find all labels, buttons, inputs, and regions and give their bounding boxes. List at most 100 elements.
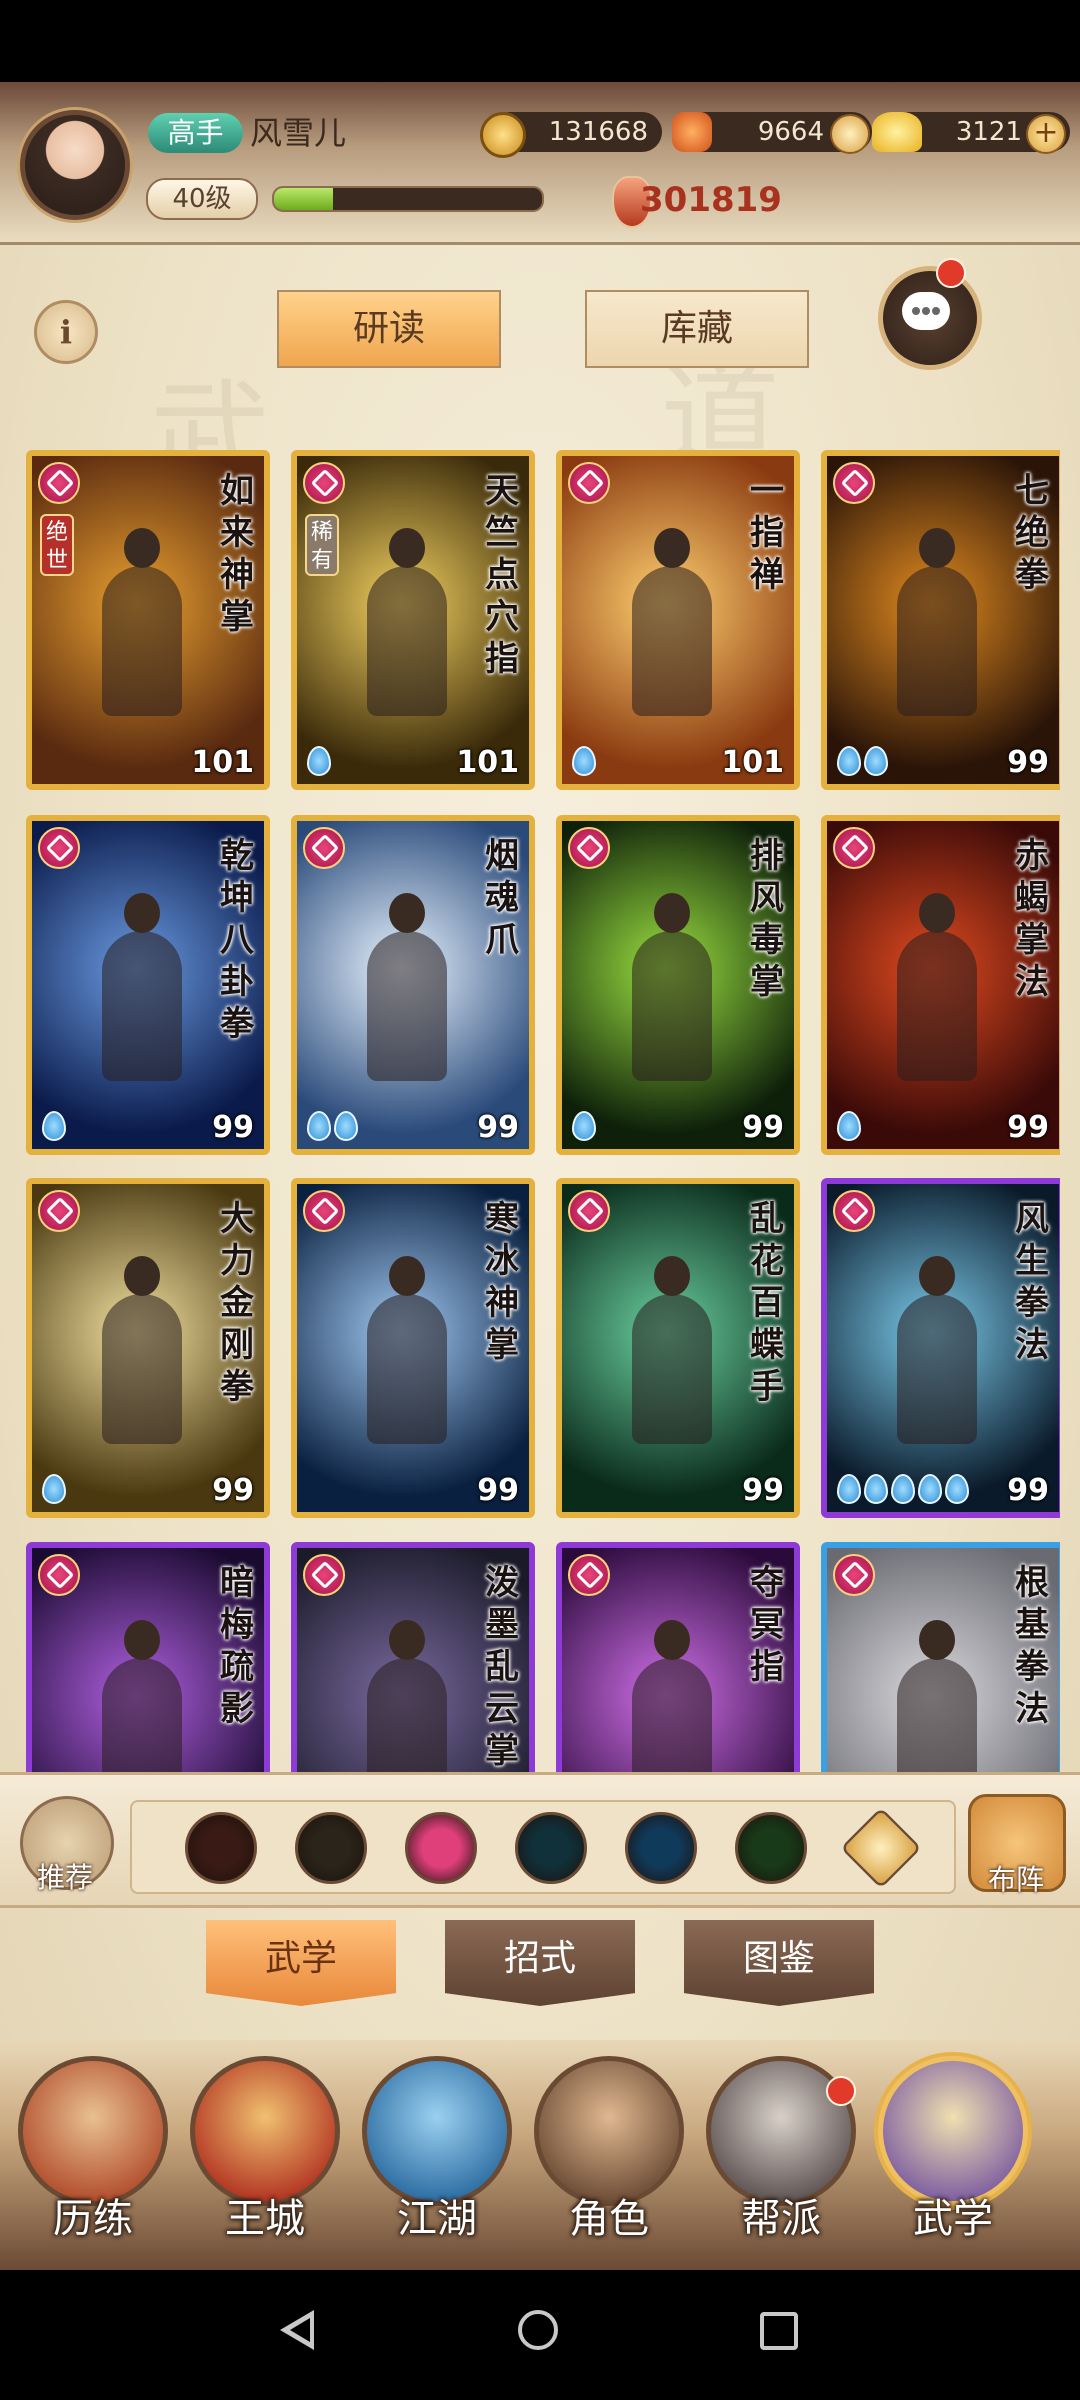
martial-art-card[interactable]: 七绝拳 99 [821, 450, 1060, 790]
blade-school-icon[interactable] [295, 1812, 367, 1884]
tab-moves[interactable]: 招式 [445, 1920, 635, 2006]
nav-label: 江湖 [397, 2196, 477, 2242]
martial-art-card[interactable]: 乾坤八卦拳 99 [26, 815, 270, 1155]
card-name: 风生拳法 [1015, 1199, 1049, 1365]
taiji-school-icon[interactable] [625, 1812, 697, 1884]
card-name: 根基拳法 [1015, 1563, 1049, 1729]
water-drop-icon [891, 1474, 915, 1504]
card-character [367, 1294, 447, 1444]
palm-school-icon [38, 462, 80, 504]
palm-school-icon [38, 1190, 80, 1232]
palm-school-icon [833, 1554, 875, 1596]
card-character-head [389, 1256, 425, 1296]
training-icon[interactable] [18, 2056, 168, 2206]
palace-icon[interactable] [190, 2056, 340, 2206]
add-gold-icon[interactable]: + [1026, 114, 1066, 154]
card-drops [572, 1111, 596, 1141]
palm-school-icon [568, 1554, 610, 1596]
system-home-icon[interactable] [518, 2310, 558, 2350]
card-character-head [919, 528, 955, 568]
sword-school-icon[interactable] [185, 1812, 257, 1884]
card-character-head [124, 1620, 160, 1660]
poison-school-icon[interactable] [735, 1812, 807, 1884]
water-drop-icon [307, 746, 331, 776]
card-character-head [124, 893, 160, 933]
martial-art-card[interactable]: 排风毒掌 99 [556, 815, 800, 1155]
card-character [897, 1294, 977, 1444]
card-character [367, 1658, 447, 1772]
card-name: 如来神掌 [220, 471, 254, 637]
scrolls-icon[interactable] [878, 2056, 1028, 2206]
martial-art-card[interactable]: 泼墨乱云掌 [291, 1542, 535, 1772]
coin-icon [480, 112, 526, 158]
card-character [367, 931, 447, 1081]
martial-art-card[interactable]: 大力金刚拳 99 [26, 1178, 270, 1518]
card-character-head [654, 1256, 690, 1296]
tab-collection[interactable]: 库藏 [585, 290, 809, 368]
card-level: 99 [477, 1110, 519, 1145]
chat-icon [902, 292, 950, 330]
chat-notification-dot [936, 258, 966, 288]
info-button[interactable]: i [34, 300, 98, 364]
card-name: 一指禅 [750, 471, 784, 595]
card-level: 99 [742, 1110, 784, 1145]
martial-art-card[interactable]: 烟魂爪 99 [291, 815, 535, 1155]
palm-school-icon [833, 462, 875, 504]
add-spirit-icon[interactable] [830, 114, 870, 154]
gold-ingot-icon [872, 112, 922, 152]
jianghu-icon[interactable] [362, 2056, 512, 2206]
card-character-head [124, 1256, 160, 1296]
water-drop-icon [864, 1474, 888, 1504]
martial-art-card[interactable]: 赤蝎掌法 99 [821, 815, 1060, 1155]
martial-art-card[interactable]: 乱花百蝶手 99 [556, 1178, 800, 1518]
water-drop-icon [572, 746, 596, 776]
card-name: 烟魂爪 [485, 836, 519, 960]
card-level: 99 [1007, 745, 1049, 780]
card-name: 乾坤八卦拳 [220, 836, 254, 1044]
player-name: 风雪儿 [250, 114, 347, 152]
card-name: 乱花百蝶手 [750, 1199, 784, 1407]
palm-school-icon[interactable] [405, 1812, 477, 1884]
system-back-icon-inner [290, 2318, 310, 2342]
card-drops [572, 746, 596, 776]
player-avatar[interactable] [20, 110, 130, 220]
martial-art-card[interactable]: 暗梅疏影 [26, 1542, 270, 1772]
player-rank-badge: 高手 [148, 113, 243, 153]
card-character [897, 1658, 977, 1772]
martial-art-card[interactable]: 根基拳法 [821, 1542, 1060, 1772]
system-recents-icon[interactable] [760, 2312, 798, 2350]
palm-school-icon [568, 1190, 610, 1232]
palm-school-icon [303, 1190, 345, 1232]
fist-school-icon[interactable] [515, 1812, 587, 1884]
card-drops [307, 1111, 358, 1141]
martial-art-card[interactable]: 寒冰神掌 99 [291, 1178, 535, 1518]
card-name: 七绝拳 [1015, 471, 1049, 595]
character-icon[interactable] [534, 2056, 684, 2206]
card-character-head [654, 893, 690, 933]
palm-school-icon [38, 1554, 80, 1596]
card-name: 泼墨乱云掌 [485, 1563, 519, 1771]
card-level: 99 [212, 1110, 254, 1145]
martial-art-card[interactable]: 风生拳法 99 [821, 1178, 1060, 1518]
tab-martial-arts[interactable]: 武学 [206, 1920, 396, 2006]
martial-art-card[interactable]: 天竺点穴指 稀有 101 [291, 450, 535, 790]
martial-art-card[interactable]: 如来神掌 绝世 101 [26, 450, 270, 790]
nav-label: 角色 [569, 2196, 649, 2242]
card-rarity-tag: 绝世 [40, 514, 74, 576]
water-drop-icon [864, 746, 888, 776]
player-header [0, 82, 1080, 245]
card-character-head [124, 528, 160, 568]
tab-study[interactable]: 研读 [277, 290, 501, 368]
card-character-head [389, 893, 425, 933]
martial-art-card[interactable]: 一指禅 101 [556, 450, 800, 790]
card-drops [307, 746, 331, 776]
nav-label: 帮派 [741, 2196, 821, 2242]
palm-school-icon [568, 462, 610, 504]
water-drop-icon [334, 1111, 358, 1141]
palm-school-icon [303, 462, 345, 504]
tab-codex[interactable]: 图鉴 [684, 1920, 874, 2006]
martial-art-card[interactable]: 夺冥指 [556, 1542, 800, 1772]
player-level: 40级 [146, 178, 258, 220]
card-level: 99 [742, 1473, 784, 1508]
recommend-label: 推荐 [36, 1861, 93, 1894]
